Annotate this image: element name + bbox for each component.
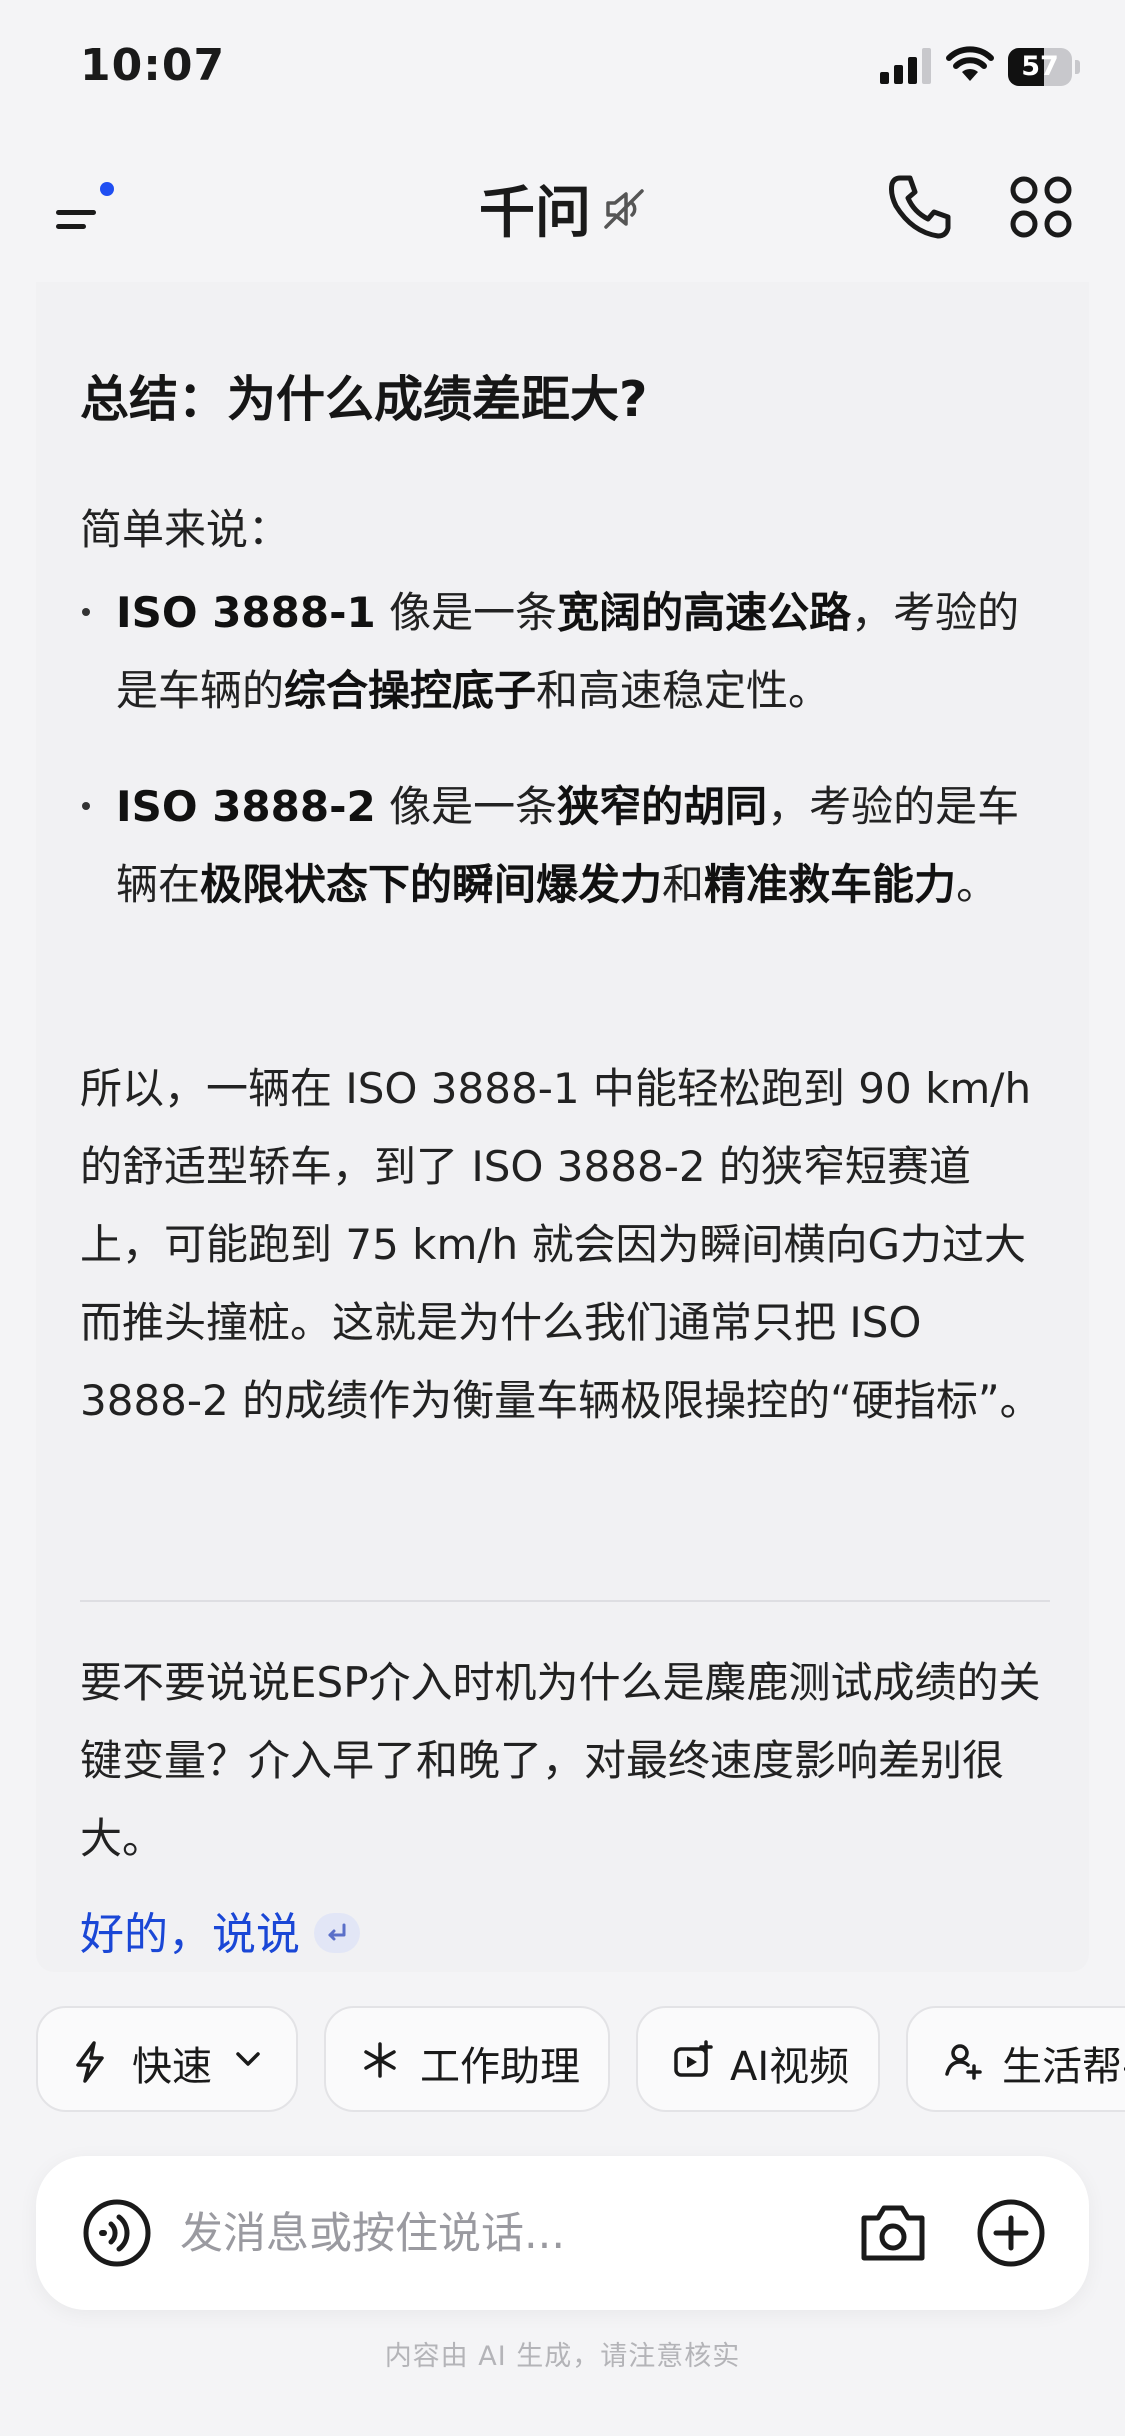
mode-chip-label: AI视频 xyxy=(730,2044,850,2090)
followup-reply-link[interactable]: 好的，说说 xyxy=(80,1898,360,1962)
status-bar: 10:07 57 xyxy=(0,0,1125,130)
ai-disclaimer: 内容由 AI 生成，请注意核实 xyxy=(384,2341,741,2372)
mode-chip-label: 生活帮手 xyxy=(1002,2044,1125,2090)
phone-icon[interactable] xyxy=(886,172,952,242)
app-title: 千问 xyxy=(478,181,591,246)
mode-chip-label: 工作助理 xyxy=(420,2044,580,2090)
mode-chip-row: 快速 工作助理 AI视频 生活帮手 xyxy=(0,2006,1125,2116)
message-input[interactable] xyxy=(180,2196,830,2272)
intro-text: 简单来说： xyxy=(80,505,291,554)
voice-input-icon[interactable] xyxy=(80,2196,154,2270)
person-spark-icon xyxy=(945,2044,982,2080)
assistant-message: 总结：为什么成绩差距大? 简单来说： ISO 3888-1 像是一条宽阔的高速公… xyxy=(36,282,1089,1972)
text-run: 。 xyxy=(956,860,999,909)
wifi-icon xyxy=(946,46,994,81)
bold-term: 狭窄的胡同 xyxy=(557,782,768,831)
bold-term: 宽阔的高速公路 xyxy=(557,588,852,637)
video-plus-icon xyxy=(674,2040,713,2077)
return-icon xyxy=(314,1913,360,1953)
bold-term: 极限状态下的瞬间爆发力 xyxy=(200,860,663,909)
chevron-down-icon xyxy=(236,2052,260,2066)
mode-chip-work-assistant[interactable]: 工作助理 xyxy=(324,2006,610,2112)
app-header: 千问 xyxy=(0,150,1125,270)
apps-grid-icon[interactable] xyxy=(1008,174,1074,240)
mode-chip-label: 快速 xyxy=(132,2044,212,2090)
add-icon[interactable] xyxy=(974,2196,1048,2270)
bold-term: 精准救车能力 xyxy=(704,860,957,909)
bullet-item: ISO 3888-1 像是一条宽阔的高速公路，考验的是车辆的综合操控底子和高速稳… xyxy=(80,574,1050,730)
sparkle-icon xyxy=(364,2042,396,2078)
status-time: 10:07 xyxy=(80,40,226,91)
bold-term: ISO 3888-2 xyxy=(116,782,376,831)
battery-icon: 57 xyxy=(1008,48,1080,86)
followup-reply-label: 好的，说说 xyxy=(80,1909,300,1960)
camera-icon[interactable] xyxy=(856,2196,930,2270)
bold-term: ISO 3888-1 xyxy=(116,588,376,637)
mode-chip-life-helper[interactable]: 生活帮手 xyxy=(906,2006,1125,2112)
signal-icon xyxy=(880,48,931,84)
mode-chip-fast[interactable]: 快速 xyxy=(36,2006,298,2112)
text-run: 像是一条 xyxy=(375,782,558,831)
conclusion-paragraph: 所以，一辆在 ISO 3888-1 中能轻松跑到 90 km/h 的舒适型轿车，… xyxy=(80,1064,1042,1425)
divider xyxy=(80,1600,1050,1602)
followup-question: 要不要说说ESP介入时机为什么是麋鹿测试成绩的关键变量？介入早了和晚了，对最终速… xyxy=(80,1658,1041,1863)
text-run: 和 xyxy=(662,860,705,909)
bullet-item: ISO 3888-2 像是一条狭窄的胡同，考验的是车辆在极限状态下的瞬间爆发力和… xyxy=(80,768,1050,924)
speaker-muted-icon[interactable] xyxy=(602,187,646,231)
message-input-bar xyxy=(36,2156,1089,2310)
summary-heading: 总结：为什么成绩差距大? xyxy=(80,371,648,428)
text-run: 和高速稳定性。 xyxy=(536,666,831,715)
text-run: 像是一条 xyxy=(375,588,558,637)
lightning-icon xyxy=(76,2041,104,2083)
chat-screen: 10:07 57 千问 总结：为什么成绩差距大? 简单来说： ISO 3888-… xyxy=(0,0,1125,2436)
bold-term: 综合操控底子 xyxy=(284,666,537,715)
battery-level: 57 xyxy=(1021,51,1059,82)
mode-chip-ai-video[interactable]: AI视频 xyxy=(636,2006,880,2112)
